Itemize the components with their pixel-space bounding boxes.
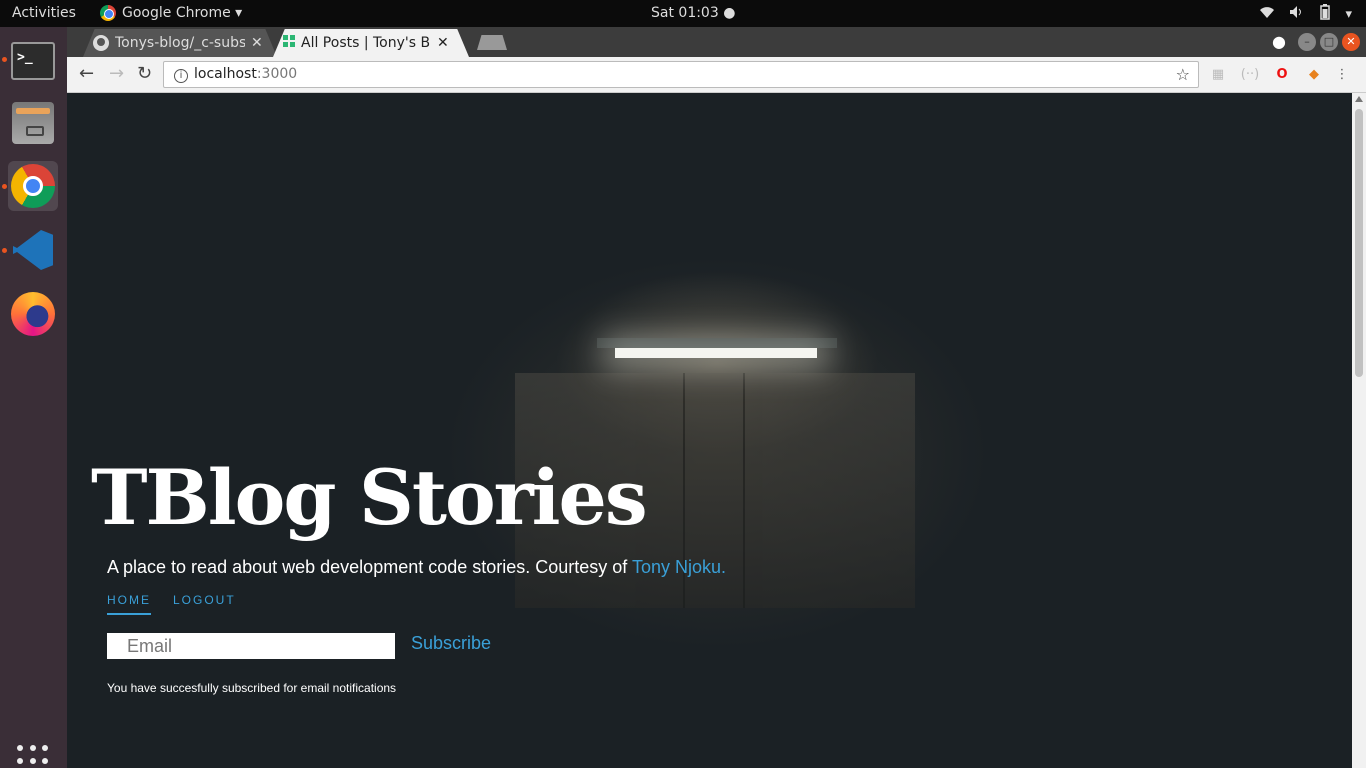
tab-all-posts[interactable]: All Posts | Tony's Blo ✕ xyxy=(273,29,469,57)
address-bar[interactable]: i localhost:3000 ☆ xyxy=(163,61,1199,88)
running-indicator xyxy=(2,248,7,253)
wifi-icon[interactable] xyxy=(1259,5,1275,23)
close-window-button[interactable]: ✕ xyxy=(1342,33,1360,51)
tab-title: All Posts | Tony's Blo xyxy=(301,35,431,51)
site-nav: HOME LOGOUT xyxy=(107,593,236,615)
system-menu-chevron-icon[interactable]: ▾ xyxy=(1345,7,1352,22)
dock-chrome[interactable] xyxy=(8,161,58,211)
page-scrollbar[interactable] xyxy=(1352,93,1366,768)
activities-button[interactable]: Activities xyxy=(12,5,76,21)
tagline: A place to read about web development co… xyxy=(107,557,726,578)
author-link[interactable]: Tony Njoku. xyxy=(632,557,726,577)
files-icon xyxy=(12,102,54,144)
chrome-menu-icon[interactable]: ⋮ xyxy=(1333,65,1351,83)
forward-icon[interactable]: → xyxy=(109,63,124,84)
extension-icon[interactable]: ▦ xyxy=(1209,65,1227,83)
tab-github[interactable]: Tonys-blog/_c-subs ✕ xyxy=(83,29,277,57)
app-menu-label: Google Chrome ▾ xyxy=(122,5,243,21)
background-lamp xyxy=(597,338,837,348)
scroll-up-icon[interactable] xyxy=(1355,96,1363,102)
dock-terminal[interactable]: >_ xyxy=(8,36,58,86)
chrome-icon xyxy=(11,164,55,208)
profile-icon[interactable]: ● xyxy=(1270,33,1288,51)
subscribe-button[interactable]: Subscribe xyxy=(411,633,491,654)
reload-icon[interactable]: ↻ xyxy=(137,63,152,84)
terminal-icon: >_ xyxy=(11,42,55,80)
favicon-icon xyxy=(283,35,295,57)
battery-icon[interactable] xyxy=(1319,4,1331,24)
tagline-text: A place to read about web development co… xyxy=(107,557,632,577)
running-indicator xyxy=(2,57,7,62)
tab-title: Tonys-blog/_c-subs xyxy=(115,35,245,51)
show-applications-icon[interactable] xyxy=(17,745,49,768)
dock-vscode[interactable] xyxy=(8,225,58,275)
close-icon[interactable]: ✕ xyxy=(251,35,263,57)
dock-firefox[interactable] xyxy=(8,289,58,339)
new-tab-button[interactable] xyxy=(477,35,507,50)
extension-json-icon[interactable]: (··) xyxy=(1241,65,1259,83)
opera-extension-icon[interactable]: O xyxy=(1273,65,1291,83)
back-icon[interactable]: ← xyxy=(79,63,94,84)
chrome-icon xyxy=(100,5,116,21)
subscribe-status-message: You have succesfully subscribed for emai… xyxy=(107,681,397,695)
metamask-icon[interactable]: ◆ xyxy=(1305,65,1323,83)
url-host: localhost xyxy=(194,66,257,82)
firefox-icon xyxy=(11,292,55,336)
url-port: :3000 xyxy=(256,66,298,82)
email-input[interactable] xyxy=(107,633,395,659)
maximize-button[interactable]: □ xyxy=(1320,33,1338,51)
github-icon xyxy=(93,35,109,57)
dock-files[interactable] xyxy=(8,98,58,148)
volume-icon[interactable] xyxy=(1289,5,1305,23)
running-indicator xyxy=(2,184,7,189)
site-info-icon[interactable]: i xyxy=(174,69,188,83)
app-menu[interactable]: Google Chrome ▾ xyxy=(100,5,242,21)
nav-home-link[interactable]: HOME xyxy=(107,593,151,615)
close-icon[interactable]: ✕ xyxy=(437,35,449,57)
system-tray[interactable]: ▾ xyxy=(1259,4,1352,24)
background-light xyxy=(615,348,817,358)
vscode-icon xyxy=(13,230,53,270)
bookmark-star-icon[interactable]: ☆ xyxy=(1176,65,1190,84)
tab-strip: Tonys-blog/_c-subs ✕ All Posts | Tony's … xyxy=(67,27,1366,57)
dock: >_ xyxy=(0,27,67,768)
minimize-button[interactable]: – xyxy=(1298,33,1316,51)
chrome-window: Tonys-blog/_c-subs ✕ All Posts | Tony's … xyxy=(67,27,1366,768)
window-controls: ● – □ ✕ xyxy=(1270,33,1360,51)
clock[interactable]: Sat 01:03 ● xyxy=(651,5,735,21)
nav-logout-link[interactable]: LOGOUT xyxy=(173,593,236,615)
scrollbar-thumb[interactable] xyxy=(1355,109,1363,377)
page-title: TBlog Stories xyxy=(91,453,648,542)
page-viewport: TBlog Stories A place to read about web … xyxy=(67,93,1352,768)
browser-toolbar: ← → ↻ i localhost:3000 ☆ ▦ (··) O ◆ ⋮ xyxy=(67,57,1366,93)
system-top-bar: Activities Google Chrome ▾ Sat 01:03 ● ▾ xyxy=(0,0,1366,27)
